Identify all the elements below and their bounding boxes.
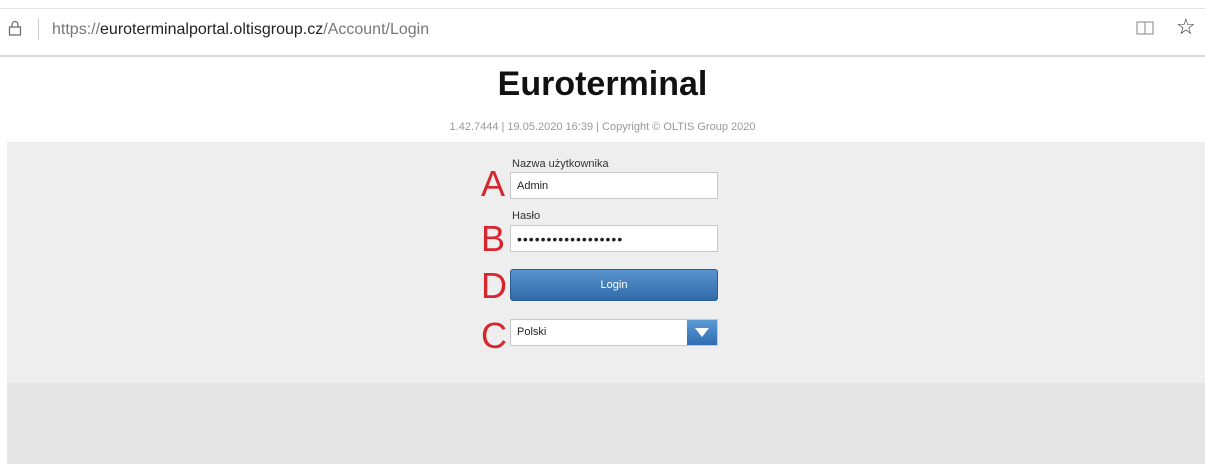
favorite-star-icon[interactable]: ☆ (1176, 16, 1196, 38)
annotation-c: C (481, 315, 507, 356)
version-info: 1.42.7444 | 19.05.2020 16:39 | Copyright… (449, 121, 756, 133)
browser-address-bar: https://euroterminalportal.oltisgroup.cz… (0, 0, 1205, 58)
toolbar-bottom-border (0, 55, 1205, 57)
username-input[interactable] (510, 172, 718, 199)
url-path: /Account/Login (323, 21, 430, 38)
annotation-b: B (481, 218, 506, 259)
url-field[interactable]: https://euroterminalportal.oltisgroup.cz… (52, 20, 429, 40)
language-select[interactable]: Polski (510, 319, 718, 346)
login-button[interactable]: Login (510, 269, 718, 301)
dropdown-button[interactable] (687, 320, 717, 345)
address-separator (38, 18, 39, 40)
annotation-d: D (481, 265, 507, 306)
annotation-a: A (481, 163, 506, 204)
url-host: euroterminalportal.oltisgroup.cz (100, 21, 324, 38)
chevron-down-icon (695, 328, 709, 337)
toolbar-divider (0, 8, 1205, 9)
language-selected-value: Polski (517, 326, 547, 338)
password-input[interactable] (510, 225, 718, 252)
lock-icon[interactable] (8, 20, 22, 36)
footer-panel (7, 383, 1205, 464)
password-label: Hasło (512, 210, 541, 222)
page-title: Euroterminal (497, 65, 708, 103)
reading-view-icon[interactable] (1136, 20, 1154, 36)
username-label: Nazwa użytkownika (512, 158, 609, 170)
url-scheme: https:// (52, 21, 101, 38)
